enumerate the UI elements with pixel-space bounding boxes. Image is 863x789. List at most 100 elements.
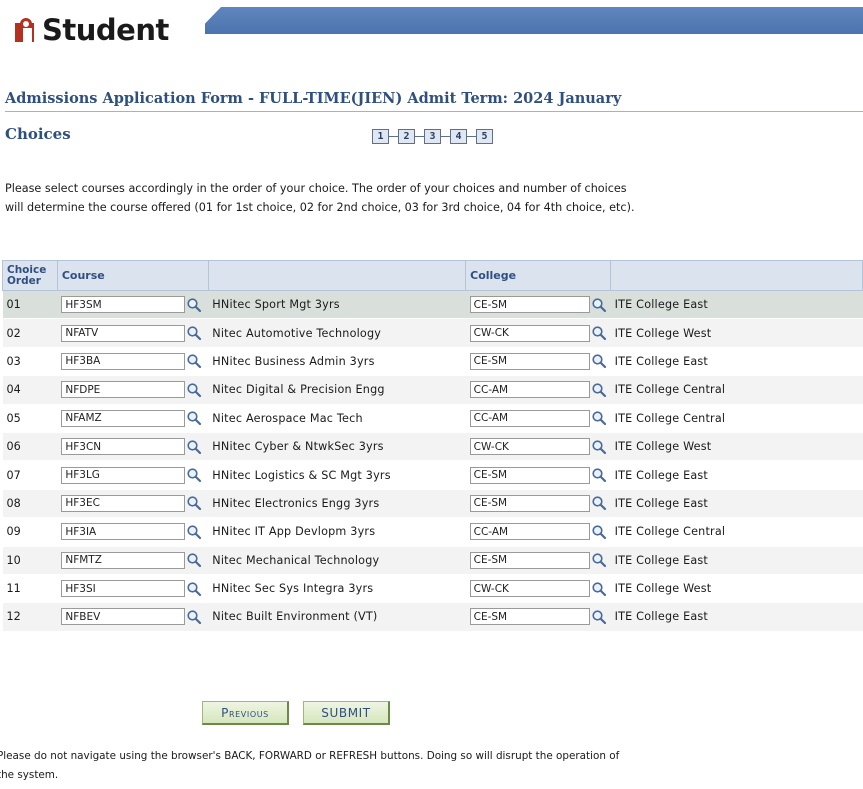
submit-button[interactable]: SUBMIT bbox=[303, 701, 390, 725]
college-lookup-magnifier-icon[interactable] bbox=[591, 552, 607, 568]
course-lookup-magnifier-icon[interactable] bbox=[186, 439, 202, 455]
course-description: HNitec IT App Devlopm 3yrs bbox=[208, 517, 466, 547]
course-code-input[interactable] bbox=[61, 296, 186, 314]
step-4: 4 bbox=[450, 129, 467, 144]
course-code-input[interactable] bbox=[61, 352, 186, 370]
course-cell bbox=[57, 574, 209, 604]
header-choice-order: Choice Order bbox=[2, 260, 58, 291]
navigation-warning: Please do not navigate using the browser… bbox=[0, 750, 620, 781]
course-cell bbox=[57, 375, 209, 405]
previous-button[interactable]: Previous bbox=[202, 701, 289, 725]
course-lookup-magnifier-icon[interactable] bbox=[186, 581, 202, 597]
college-lookup-magnifier-icon[interactable] bbox=[591, 382, 607, 398]
college-code-input[interactable] bbox=[469, 296, 590, 314]
course-lookup-magnifier-icon[interactable] bbox=[186, 325, 202, 341]
course-description: HNitec Cyber & NtwkSec 3yrs bbox=[208, 432, 466, 462]
course-description: HNitec Sport Mgt 3yrs bbox=[208, 290, 466, 320]
choice-order: 10 bbox=[2, 546, 58, 575]
college-code-input[interactable] bbox=[469, 381, 590, 399]
college-description: ITE College East bbox=[610, 460, 863, 490]
college-cell bbox=[465, 460, 611, 490]
course-description: Nitec Built Environment (VT) bbox=[208, 602, 466, 632]
course-cell bbox=[57, 318, 209, 348]
course-code-input[interactable] bbox=[61, 381, 186, 399]
college-code-input[interactable] bbox=[469, 551, 590, 569]
college-description: ITE College Central bbox=[610, 375, 863, 405]
college-lookup-magnifier-icon[interactable] bbox=[591, 467, 607, 483]
college-description: ITE College West bbox=[610, 432, 863, 462]
course-cell bbox=[57, 546, 209, 575]
choice-row: 05 Nitec Aerospace Mac Tech ITE College Ce… bbox=[2, 404, 863, 433]
course-code-input[interactable] bbox=[61, 409, 186, 427]
college-description: ITE College East bbox=[610, 489, 863, 519]
college-code-input[interactable] bbox=[469, 523, 590, 541]
college-code-input[interactable] bbox=[469, 438, 590, 456]
course-code-input[interactable] bbox=[61, 551, 186, 569]
course-code-input[interactable] bbox=[61, 608, 186, 626]
choice-row: 06 HNitec Cyber & NtwkSec 3yrs ITE College… bbox=[2, 432, 863, 462]
choice-row: 11 HNitec Sec Sys Integra 3yrs ITE College… bbox=[2, 574, 863, 604]
course-cell bbox=[57, 460, 209, 490]
header-college: College bbox=[465, 260, 612, 291]
college-code-input[interactable] bbox=[469, 409, 590, 427]
course-lookup-magnifier-icon[interactable] bbox=[186, 495, 202, 511]
choices-grid: Choice Order Course College 01 HNitec Spo… bbox=[2, 260, 863, 632]
step-indicator: 1 2 3 4 5 bbox=[372, 129, 493, 144]
course-lookup-magnifier-icon[interactable] bbox=[186, 609, 202, 625]
form-title: Admissions Application Form - FULL-TIME(… bbox=[5, 90, 863, 112]
college-lookup-magnifier-icon[interactable] bbox=[591, 495, 607, 511]
college-lookup-magnifier-icon[interactable] bbox=[591, 524, 607, 540]
college-code-input[interactable] bbox=[469, 494, 590, 512]
course-lookup-magnifier-icon[interactable] bbox=[186, 524, 202, 540]
college-cell bbox=[465, 517, 611, 547]
college-lookup-magnifier-icon[interactable] bbox=[591, 353, 607, 369]
course-code-input[interactable] bbox=[61, 523, 186, 541]
choice-row: 02 Nitec Automotive Technology ITE College… bbox=[2, 318, 863, 348]
college-lookup-magnifier-icon[interactable] bbox=[591, 439, 607, 455]
college-code-input[interactable] bbox=[469, 580, 590, 598]
choice-row: 03 HNitec Business Admin 3yrs ITE College … bbox=[2, 347, 863, 377]
choice-row: 08 HNitec Electronics Engg 3yrs ITE Colleg… bbox=[2, 489, 863, 519]
course-code-input[interactable] bbox=[61, 466, 186, 484]
college-lookup-magnifier-icon[interactable] bbox=[591, 410, 607, 426]
page-title: Choices bbox=[5, 125, 71, 143]
course-lookup-magnifier-icon[interactable] bbox=[186, 467, 202, 483]
college-code-input[interactable] bbox=[469, 352, 590, 370]
course-code-input[interactable] bbox=[61, 580, 186, 598]
course-lookup-magnifier-icon[interactable] bbox=[186, 410, 202, 426]
college-lookup-magnifier-icon[interactable] bbox=[591, 297, 607, 313]
logo-mark-icon bbox=[15, 18, 39, 42]
college-cell bbox=[465, 602, 611, 632]
college-code-input[interactable] bbox=[469, 466, 590, 484]
header-course: Course bbox=[56, 260, 209, 291]
college-lookup-magnifier-icon[interactable] bbox=[591, 609, 607, 625]
course-lookup-magnifier-icon[interactable] bbox=[186, 353, 202, 369]
choice-row: 01 HNitec Sport Mgt 3yrs ITE College East bbox=[2, 290, 863, 320]
course-description: Nitec Mechanical Technology bbox=[208, 546, 466, 575]
choice-order: 04 bbox=[2, 375, 58, 405]
college-description: ITE College West bbox=[610, 574, 863, 604]
choice-row: 07 HNitec Logistics & SC Mgt 3yrs ITE Coll… bbox=[2, 460, 863, 490]
college-code-input[interactable] bbox=[469, 324, 590, 342]
college-description: ITE College East bbox=[610, 290, 863, 320]
course-code-input[interactable] bbox=[61, 438, 186, 456]
college-lookup-magnifier-icon[interactable] bbox=[591, 325, 607, 341]
college-description: ITE College West bbox=[610, 318, 863, 348]
course-code-input[interactable] bbox=[61, 494, 186, 512]
course-lookup-magnifier-icon[interactable] bbox=[186, 552, 202, 568]
course-description: HNitec Logistics & SC Mgt 3yrs bbox=[208, 460, 466, 490]
course-lookup-magnifier-icon[interactable] bbox=[186, 382, 202, 398]
college-cell bbox=[465, 404, 611, 433]
grid-body: 01HNitec Sport Mgt 3yrsITE College East0… bbox=[2, 290, 863, 632]
choice-row: 09 HNitec IT App Devlopm 3yrs ITE College … bbox=[2, 517, 863, 547]
college-lookup-magnifier-icon[interactable] bbox=[591, 581, 607, 597]
header-banner-cut bbox=[195, 7, 221, 34]
course-description: Nitec Digital & Precision Engg bbox=[208, 375, 466, 405]
college-code-input[interactable] bbox=[469, 608, 590, 626]
college-description: ITE College East bbox=[610, 347, 863, 377]
course-lookup-magnifier-icon[interactable] bbox=[186, 297, 202, 313]
course-code-input[interactable] bbox=[61, 324, 186, 342]
course-cell bbox=[57, 489, 209, 519]
choice-order: 02 bbox=[2, 318, 58, 348]
choice-order: 01 bbox=[2, 290, 58, 320]
